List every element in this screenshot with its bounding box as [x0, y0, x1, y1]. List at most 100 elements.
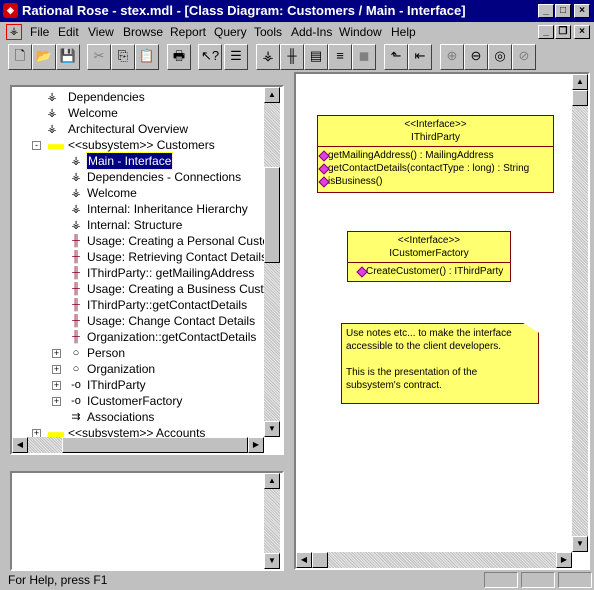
diagram-scroll-thumb-h[interactable] — [312, 552, 328, 568]
print-icon: 🖶 — [172, 48, 186, 63]
interface-icustomerfactory[interactable]: <<Interface>> ICustomerFactory CreateCust… — [347, 231, 511, 282]
context-help-button[interactable]: ↖? — [198, 44, 222, 70]
operation[interactable]: isBusiness() — [318, 175, 553, 188]
tree-item[interactable]: ⚶ Welcome — [12, 105, 264, 121]
browse-interaction-diagram-button[interactable]: ╫ — [280, 44, 304, 70]
expand-icon[interactable]: + — [52, 397, 61, 406]
menu-edit[interactable]: Edit — [58, 25, 79, 39]
tree-item[interactable]: + ○ Person — [12, 345, 264, 361]
zoom-in-button[interactable]: ⊕ — [440, 44, 464, 70]
scroll-up-button[interactable]: ▲ — [264, 87, 280, 103]
tree-item[interactable]: ⚶ Architectural Overview — [12, 121, 264, 137]
diagram-scroll-up[interactable]: ▲ — [572, 74, 588, 90]
menu-query[interactable]: Query — [214, 25, 247, 39]
tree-item[interactable]: ╫Usage: Creating a Personal Customer — [12, 233, 264, 249]
close-button[interactable]: × — [574, 4, 590, 18]
browse-state-diagram-button[interactable]: ≡ — [328, 44, 352, 70]
doc-scroll-up[interactable]: ▲ — [264, 473, 280, 489]
tree-item[interactable]: ⚶ Dependencies — [12, 89, 264, 105]
doc-restore-button[interactable]: ❐ — [555, 25, 571, 39]
tree-item-label: IThirdParty — [87, 378, 146, 392]
diagram-horizontal-scrollbar[interactable]: ◀ ▶ — [296, 552, 572, 568]
doc-close-button[interactable]: × — [574, 25, 590, 39]
browse-deployment-diagram-button[interactable]: ◼ — [352, 44, 376, 70]
operation[interactable]: CreateCustomer() : IThirdParty — [356, 265, 510, 278]
expand-icon[interactable]: + — [32, 429, 41, 437]
tree-item[interactable]: ╫Usage: Creating a Business Customer — [12, 281, 264, 297]
menu-tools[interactable]: Tools — [254, 25, 282, 39]
operation[interactable]: getContactDetails(contactType : long) : … — [318, 162, 553, 175]
tree-vertical-scrollbar[interactable]: ▲ ▼ — [264, 87, 280, 437]
browse-parent-icon: ⬑ — [390, 48, 402, 63]
undo-fit-button[interactable]: ⊘ — [512, 44, 536, 70]
tree-item[interactable]: ╫ Usage: Retrieving Contact Details — [12, 249, 264, 265]
fit-in-window-button[interactable]: ◎ — [488, 44, 512, 70]
zoom-out-button[interactable]: ⊖ — [464, 44, 488, 70]
tree-horizontal-scrollbar[interactable]: ◀ ▶ — [12, 437, 264, 453]
diagram-scroll-right[interactable]: ▶ — [556, 552, 572, 568]
tree-item[interactable]: - ▬ <<subsystem>> Customers — [12, 137, 264, 153]
new-button[interactable]: 🗋 — [8, 44, 32, 70]
expand-icon[interactable]: + — [52, 381, 61, 390]
scroll-thumb-h[interactable] — [62, 437, 248, 453]
collapse-icon[interactable]: - — [32, 141, 41, 150]
interface-ithirdparty[interactable]: <<Interface>> IThirdParty getMailingAddre… — [317, 115, 554, 193]
tree-item-label: Dependencies — [68, 90, 145, 104]
browse-parent-button[interactable]: ⬑ — [384, 44, 408, 70]
tree-item[interactable]: + ○ Organization — [12, 361, 264, 377]
menu-report[interactable]: Report — [170, 25, 206, 39]
menu-window[interactable]: Window — [339, 25, 382, 39]
doc-vertical-scrollbar[interactable]: ▲ ▼ — [264, 473, 280, 569]
scroll-down-button[interactable]: ▼ — [264, 421, 280, 437]
menu-add-ins[interactable]: Add-Ins — [291, 25, 332, 39]
tree-item-label: Welcome — [87, 186, 137, 200]
tree-item[interactable]: ⚶ Welcome — [12, 185, 264, 201]
document-icon[interactable]: ⚶ — [6, 24, 22, 40]
tree-item[interactable]: ╫ Organization::getContactDetails — [12, 329, 264, 345]
doc-minimize-button[interactable]: _ — [538, 25, 554, 39]
diagram-vertical-scrollbar[interactable]: ▲ ▼ — [572, 74, 588, 552]
open-button[interactable]: 📂 — [32, 44, 56, 70]
menu-view[interactable]: View — [88, 25, 114, 39]
note[interactable]: Use notes etc... to make the interface a… — [341, 323, 539, 404]
tree-item[interactable]: ⚶ Internal: Inheritance Hierarchy — [12, 201, 264, 217]
copy-button[interactable]: ⎘ — [111, 44, 135, 70]
diagram-scroll-thumb[interactable] — [572, 90, 588, 106]
minimize-button[interactable]: _ — [538, 4, 554, 18]
scroll-left-button[interactable]: ◀ — [12, 437, 28, 453]
expand-icon[interactable]: + — [52, 349, 61, 358]
diagram-scroll-down[interactable]: ▼ — [572, 536, 588, 552]
tree-item[interactable]: ⚶ Dependencies - Connections — [12, 169, 264, 185]
cut-button[interactable]: ✂ — [87, 44, 111, 70]
print-button[interactable]: 🖶 — [167, 44, 191, 70]
tree-item[interactable]: ⚶ Main - Interface — [12, 152, 264, 170]
browse-class-diagram-button[interactable]: ⚶ — [256, 44, 280, 70]
browse-component-diagram-button[interactable]: ▤ — [304, 44, 328, 70]
paste-button[interactable]: 📋 — [135, 44, 159, 70]
browse-previous-button[interactable]: ⇤ — [408, 44, 432, 70]
doc-scroll-down[interactable]: ▼ — [264, 553, 280, 569]
tree-item[interactable]: ⇉ Associations — [12, 409, 264, 425]
menu-browse[interactable]: Browse — [123, 25, 163, 39]
tree-item[interactable]: + ▬ <<subsystem>> Accounts — [12, 425, 264, 437]
menu-file[interactable]: File — [30, 25, 49, 39]
tree-item[interactable]: + -o ICustomerFactory — [12, 393, 264, 409]
maximize-button[interactable]: □ — [555, 4, 571, 18]
diagram-scroll-left[interactable]: ◀ — [296, 552, 312, 568]
operation[interactable]: getMailingAddress() : MailingAddress — [318, 149, 553, 162]
tree-item[interactable]: + -o IThirdParty — [12, 377, 264, 393]
diagram-window[interactable]: <<Interface>> IThirdParty getMailingAddre… — [294, 72, 590, 570]
documentation-window-icon: ☰ — [230, 48, 242, 63]
expand-icon[interactable]: + — [52, 365, 61, 374]
tree-item[interactable]: ⚶ Internal: Structure — [12, 217, 264, 233]
app-icon[interactable]: ◈ — [3, 3, 18, 18]
scroll-thumb[interactable] — [264, 167, 280, 263]
tree-item[interactable]: ╫ Usage: Change Contact Details — [12, 313, 264, 329]
documentation-window-button[interactable]: ☰ — [224, 44, 248, 70]
tree-item[interactable]: ╫ IThirdParty:: getMailingAddress — [12, 265, 264, 281]
documentation-pane[interactable]: ▲ ▼ — [10, 471, 284, 571]
save-button[interactable]: 💾 — [56, 44, 80, 70]
menu-help[interactable]: Help — [391, 25, 416, 39]
scroll-right-button[interactable]: ▶ — [248, 437, 264, 453]
tree-item[interactable]: ╫ IThirdParty::getContactDetails — [12, 297, 264, 313]
